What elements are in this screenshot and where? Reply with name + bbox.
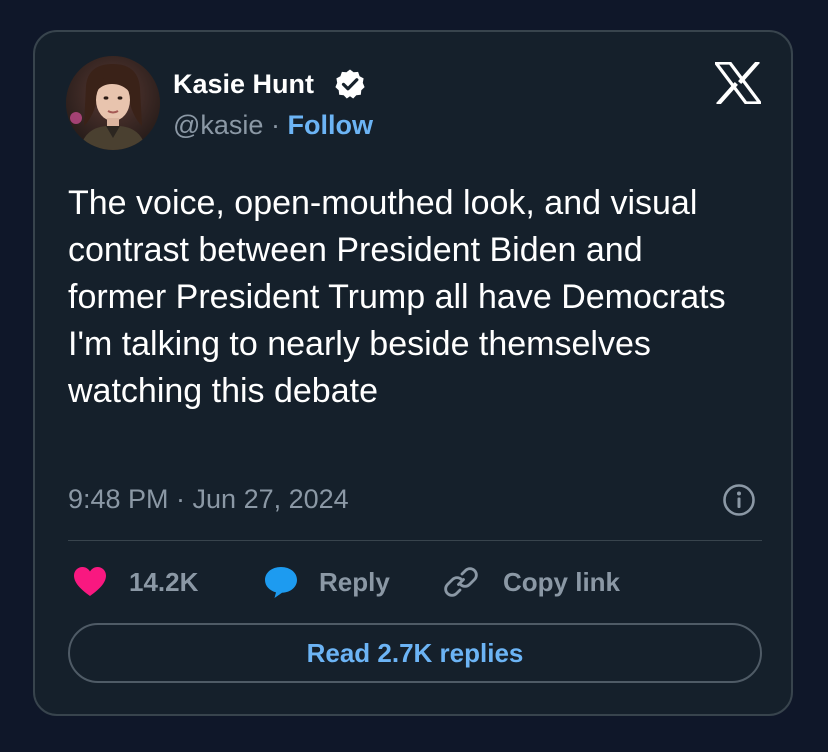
reply-button[interactable]: Reply [263,562,390,602]
speech-bubble-icon [265,567,297,598]
read-replies-button[interactable]: Read 2.7K replies [68,623,762,683]
page: Kasie Hunt @kasie · Follow The voice, op… [0,0,828,752]
like-count: 14.2K [129,566,199,597]
tweet-timestamp[interactable]: 9:48 PM · Jun 27, 2024 [68,482,349,516]
like-button[interactable]: 14.2K [73,562,198,602]
reply-label: Reply [319,566,390,597]
author-name[interactable]: Kasie Hunt [173,67,314,101]
link-icon [444,567,478,597]
tweet-text: The voice, open-mouthed look, and visual… [68,184,726,410]
divider [68,540,762,541]
handle-row: @kasie · Follow [173,108,373,142]
avatar-photo [66,56,160,150]
avatar[interactable] [66,56,160,150]
tweet-card: Kasie Hunt @kasie · Follow The voice, op… [33,30,793,716]
handle-separator: · [270,110,280,140]
copy-link-button[interactable]: Copy link [443,562,620,602]
x-logo-icon[interactable] [715,62,761,104]
verified-badge-icon [335,69,365,99]
author-handle[interactable]: @kasie [173,110,263,140]
copy-link-label: Copy link [503,566,621,597]
follow-button[interactable]: Follow [287,110,372,140]
heart-icon [74,567,106,596]
info-icon[interactable] [722,483,756,517]
